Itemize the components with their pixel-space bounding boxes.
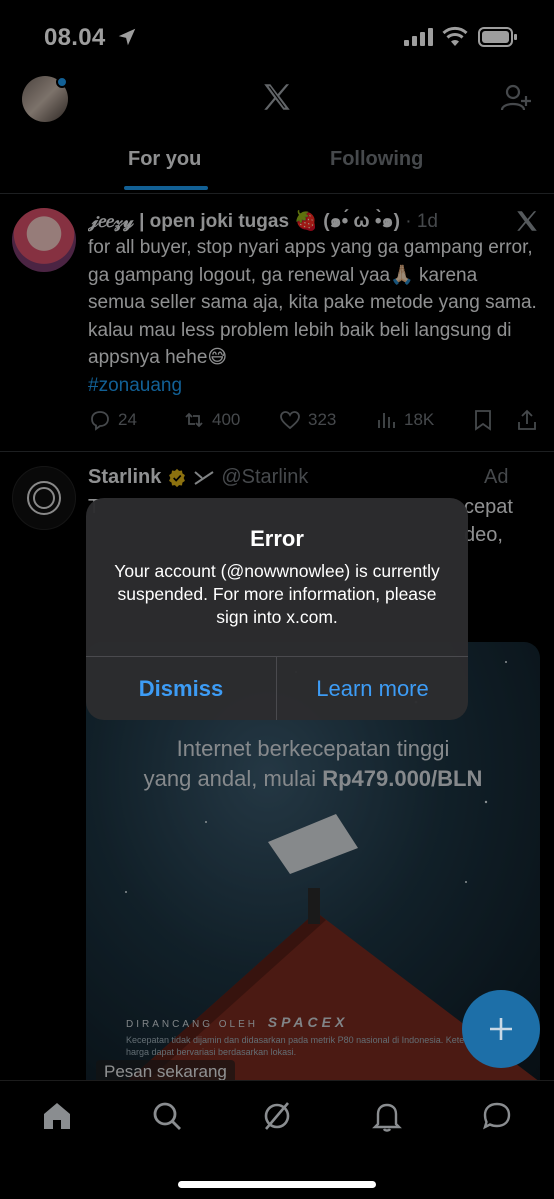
home-icon[interactable]: [40, 1099, 74, 1133]
grok-icon[interactable]: [260, 1099, 294, 1133]
search-icon[interactable]: [150, 1099, 184, 1133]
compose-post-button[interactable]: [462, 990, 540, 1068]
alert-message: Your account (@nowwnowlee) is currently …: [114, 561, 440, 627]
messages-icon[interactable]: [480, 1099, 514, 1133]
learn-more-button[interactable]: Learn more: [277, 657, 468, 720]
plus-icon: [490, 1018, 512, 1040]
home-indicator: [178, 1181, 376, 1188]
error-alert-dialog: Error Your account (@nowwnowlee) is curr…: [86, 498, 468, 720]
bottom-navigation: [0, 1080, 554, 1199]
notifications-bell-icon[interactable]: [370, 1099, 404, 1133]
alert-title: Error: [250, 526, 304, 551]
dismiss-button[interactable]: Dismiss: [86, 657, 276, 720]
